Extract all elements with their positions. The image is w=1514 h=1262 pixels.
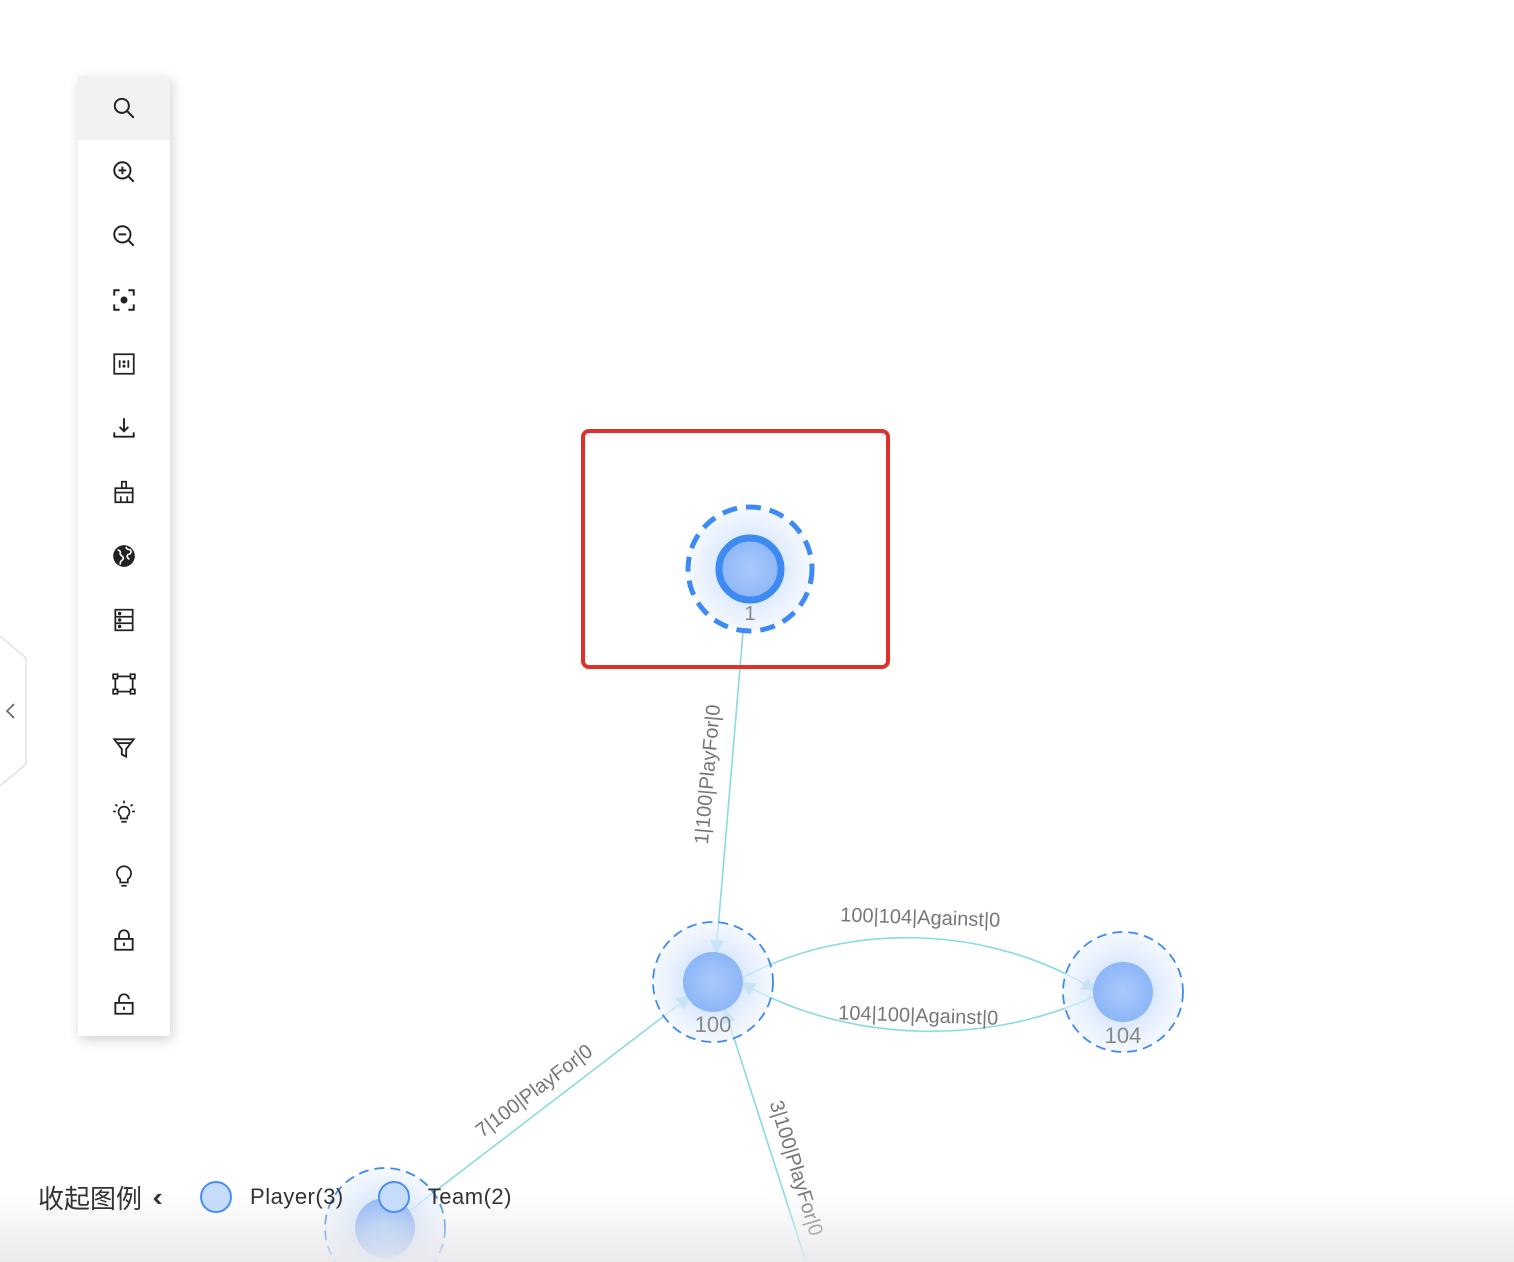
toolbar-zoom-in-button[interactable] (78, 140, 170, 204)
toolbar-unlock-button[interactable] (78, 972, 170, 1036)
legend-item-player[interactable]: Player(3) (200, 1181, 344, 1213)
graph-toolbar (78, 76, 170, 1036)
globe-icon (113, 545, 135, 567)
toolbar-clear-button[interactable] (78, 460, 170, 524)
graph-view[interactable]: 1|100|PlayFor|0 100|104|Against|0 104|10… (0, 0, 1514, 1262)
zoom-in-icon (113, 161, 135, 183)
toolbar-search-button[interactable] (78, 76, 170, 140)
legend-toggle-label: 收起图例 (38, 1183, 143, 1214)
toolbar-data-list-button[interactable] (78, 588, 170, 652)
box-select-icon (112, 673, 136, 695)
legend-item-label: Player(3) (250, 1184, 344, 1209)
search-icon (113, 97, 135, 119)
download-icon (113, 418, 135, 438)
toolbar-box-select-button[interactable] (78, 652, 170, 716)
legend-item-team[interactable]: Team(2) (377, 1181, 512, 1213)
list-icon (114, 608, 134, 632)
graph-node-100[interactable]: 100 (652, 921, 774, 1043)
toolbar-filter-button[interactable] (78, 716, 170, 780)
one-to-one-icon (113, 353, 135, 375)
toolbar-highlight-on-button[interactable] (78, 780, 170, 844)
node-label: 1 (744, 603, 755, 625)
side-panel-toggle[interactable] (0, 635, 28, 787)
legend: 收起图例 ‹‹ Player(3) Team(2) (38, 1172, 512, 1222)
edge-label: 7|100|PlayFor|0 (472, 1040, 597, 1142)
toolbar-download-button[interactable] (78, 396, 170, 460)
broom-icon (114, 480, 134, 504)
edge-label: 3|100|PlayFor|0 (765, 1098, 827, 1238)
edge-e5[interactable]: 3|100|PlayFor|0 (722, 1008, 827, 1262)
edge-e2[interactable]: 100|104|Against|0 (741, 904, 1097, 991)
graph-canvas[interactable]: 1|100|PlayFor|0 100|104|Against|0 104|10… (0, 0, 1514, 1262)
toolbar-actual-size-button[interactable] (78, 332, 170, 396)
legend-swatch (200, 1181, 233, 1213)
edge-e3[interactable]: 104|100|Against|0 (740, 982, 1096, 1032)
legend-collapse-button[interactable]: 收起图例 ‹‹ (38, 1179, 164, 1216)
toolbar-lock-button[interactable] (78, 908, 170, 972)
toolbar-highlight-off-button[interactable] (78, 844, 170, 908)
zoom-out-icon (113, 225, 135, 247)
toolbar-globe-button[interactable] (78, 524, 170, 588)
toolbar-fit-view-button[interactable] (78, 268, 170, 332)
edge-label: 100|104|Against|0 (840, 904, 1001, 932)
unlock-icon (114, 993, 134, 1015)
graph-node-104[interactable]: 104 (1062, 931, 1184, 1053)
node-label: 104 (1105, 1023, 1142, 1048)
toolbar-zoom-out-button[interactable] (78, 204, 170, 268)
graph-node-1[interactable]: 1 (685, 504, 815, 634)
edge-e1[interactable]: 1|100|PlayFor|0 (691, 631, 744, 955)
lock-icon (114, 929, 134, 951)
node-label: 100 (695, 1012, 732, 1037)
lightbulb-on-icon (113, 800, 135, 823)
edge-label: 1|100|PlayFor|0 (691, 704, 725, 845)
lightbulb-icon (116, 865, 132, 887)
focus-icon (113, 289, 135, 311)
legend-swatch (377, 1181, 410, 1213)
filter-icon (112, 738, 136, 759)
legend-item-label: Team(2) (427, 1184, 512, 1209)
